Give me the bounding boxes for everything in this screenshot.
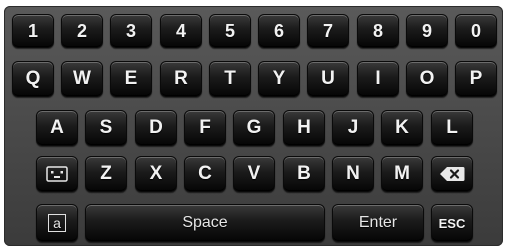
- onscreen-keyboard: 1 2 3 4 5 6 7 8 9 0 Q W E R T Y U I O P …: [4, 6, 503, 246]
- key-b[interactable]: B: [283, 156, 325, 192]
- backspace-icon: [440, 167, 465, 181]
- backspace-key[interactable]: [431, 156, 473, 192]
- key-p[interactable]: P: [455, 61, 497, 97]
- key-q[interactable]: Q: [12, 61, 54, 97]
- key-2[interactable]: 2: [61, 14, 103, 48]
- keyboard-toggle-key[interactable]: [36, 156, 78, 192]
- key-m[interactable]: M: [381, 156, 423, 192]
- key-o[interactable]: O: [406, 61, 448, 97]
- key-t[interactable]: T: [209, 61, 251, 97]
- key-n[interactable]: N: [332, 156, 374, 192]
- key-j[interactable]: J: [332, 110, 374, 146]
- key-9[interactable]: 9: [406, 14, 448, 48]
- key-k[interactable]: K: [381, 110, 423, 146]
- key-8[interactable]: 8: [357, 14, 399, 48]
- key-r[interactable]: R: [160, 61, 202, 97]
- key-g[interactable]: G: [233, 110, 275, 146]
- key-c[interactable]: C: [184, 156, 226, 192]
- key-3[interactable]: 3: [110, 14, 152, 48]
- key-6[interactable]: 6: [258, 14, 300, 48]
- key-y[interactable]: Y: [258, 61, 300, 97]
- key-1[interactable]: 1: [12, 14, 54, 48]
- enter-key[interactable]: Enter: [332, 204, 424, 242]
- key-5[interactable]: 5: [209, 14, 251, 48]
- key-0[interactable]: 0: [455, 14, 497, 48]
- key-f[interactable]: F: [184, 110, 226, 146]
- esc-key[interactable]: ESC: [431, 204, 473, 242]
- key-w[interactable]: W: [61, 61, 103, 97]
- key-7[interactable]: 7: [307, 14, 349, 48]
- key-a[interactable]: A: [36, 110, 78, 146]
- key-z[interactable]: Z: [85, 156, 127, 192]
- key-4[interactable]: 4: [160, 14, 202, 48]
- alpha-toggle-label: a: [53, 215, 61, 231]
- key-x[interactable]: X: [135, 156, 177, 192]
- key-i[interactable]: I: [357, 61, 399, 97]
- key-h[interactable]: H: [283, 110, 325, 146]
- key-v[interactable]: V: [233, 156, 275, 192]
- key-e[interactable]: E: [110, 61, 152, 97]
- keyboard-toggle-icon: [46, 166, 68, 182]
- key-d[interactable]: D: [135, 110, 177, 146]
- key-u[interactable]: U: [307, 61, 349, 97]
- space-key[interactable]: Space: [85, 204, 325, 242]
- alpha-toggle-box: a: [48, 214, 66, 232]
- key-l[interactable]: L: [431, 110, 473, 146]
- alpha-toggle-key[interactable]: a: [36, 204, 78, 242]
- key-s[interactable]: S: [85, 110, 127, 146]
